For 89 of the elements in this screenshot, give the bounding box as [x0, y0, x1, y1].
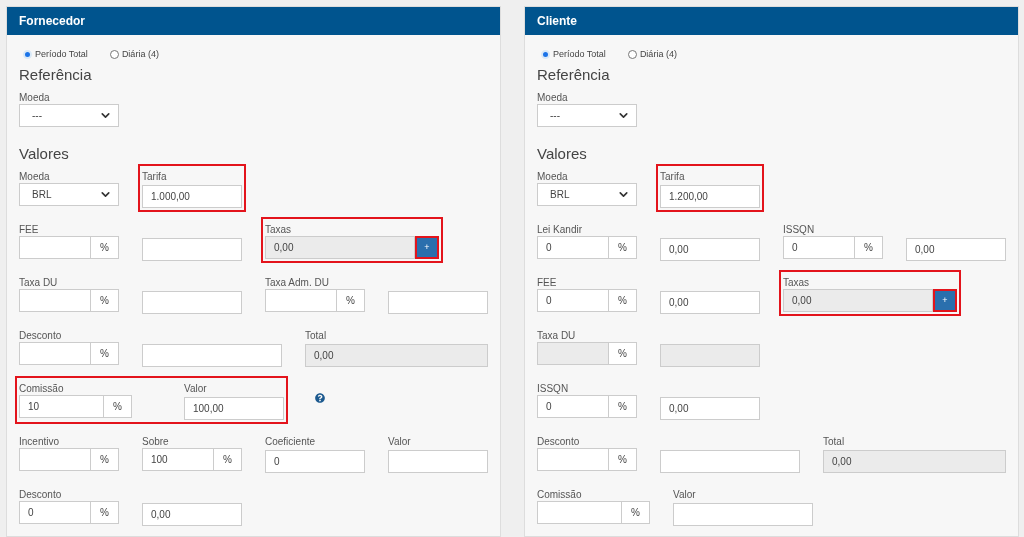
input-field[interactable]: 0 [783, 235, 855, 259]
input-field[interactable] [142, 290, 242, 314]
field-label: ISSQN [537, 382, 569, 394]
unit-addon: % [609, 394, 637, 418]
field-label: Total [305, 329, 327, 341]
field-label: Valor [673, 488, 696, 500]
unit-addon: % [609, 447, 637, 471]
field-label: Lei Kandir [537, 223, 583, 235]
unit-addon: % [104, 394, 132, 418]
input-field[interactable]: 1.200,00 [660, 184, 760, 208]
radio-option[interactable]: Período Total [541, 48, 606, 62]
field-label: Taxa DU [19, 276, 58, 288]
dropdown[interactable]: BRL [19, 182, 119, 206]
input-field[interactable] [537, 447, 609, 471]
unit-addon: % [214, 447, 242, 471]
radio-option[interactable]: Período Total [23, 48, 88, 62]
field-label: Sobre [142, 435, 169, 447]
input-field[interactable]: 100 [142, 447, 214, 471]
field-label: Desconto [537, 435, 580, 447]
input-field[interactable] [142, 237, 242, 261]
unit-addon: % [91, 447, 119, 471]
input-field[interactable]: 0,00 [660, 396, 760, 420]
field-label: FEE [537, 276, 557, 288]
input-field[interactable] [19, 235, 91, 259]
radio-option[interactable]: Diária (4) [627, 48, 677, 62]
dropdown[interactable]: --- [19, 103, 119, 127]
field-label: Taxas [783, 276, 810, 288]
field-label: Taxas [265, 223, 292, 235]
input-field[interactable]: 0,00 [142, 502, 242, 526]
input-field[interactable]: 0 [537, 394, 609, 418]
field-label: Taxa DU [537, 329, 576, 341]
input-field[interactable] [673, 502, 813, 526]
field-label: Valor [184, 382, 207, 394]
help-icon[interactable] [315, 392, 325, 403]
field-label: Moeda [537, 91, 568, 103]
input-field[interactable]: 0,00 [660, 237, 760, 261]
input-field[interactable] [142, 343, 282, 367]
input-field[interactable] [537, 500, 622, 524]
unit-addon: % [91, 500, 119, 524]
input-field[interactable] [660, 449, 800, 473]
input-field[interactable]: 0,00 [906, 237, 1006, 261]
field-label: Desconto [19, 329, 62, 341]
unit-addon: % [855, 235, 883, 259]
input-field[interactable]: 0 [537, 288, 609, 312]
input-field[interactable] [265, 288, 337, 312]
panel-title: Fornecedor [19, 13, 85, 30]
unit-addon: % [609, 235, 637, 259]
input-field[interactable] [19, 341, 91, 365]
section-heading: Referência [19, 64, 93, 85]
radio-option[interactable]: Diária (4) [109, 48, 159, 62]
dropdown[interactable]: --- [537, 103, 637, 127]
field-label: ISSQN [783, 223, 815, 235]
field-label: Total [823, 435, 845, 447]
input-field[interactable]: 1.000,00 [142, 184, 242, 208]
input-field[interactable]: 0 [265, 449, 365, 473]
unit-addon: % [91, 341, 119, 365]
field-label: Valor [388, 435, 411, 447]
input-field[interactable] [388, 290, 488, 314]
field-label: Incentivo [19, 435, 60, 447]
input-field[interactable] [388, 449, 488, 473]
field-label: Moeda [537, 170, 568, 182]
field-label: Coeficiente [265, 435, 316, 447]
field-label: Tarifa [142, 170, 167, 182]
unit-addon: % [91, 235, 119, 259]
input-field[interactable]: 0,00 [660, 290, 760, 314]
panel-title: Cliente [537, 13, 577, 30]
field-label: Comissão [19, 382, 64, 394]
input-field[interactable]: 10 [19, 394, 104, 418]
section-heading: Referência [537, 64, 611, 85]
input-field[interactable]: 100,00 [184, 396, 284, 420]
input-field[interactable]: 0 [19, 500, 91, 524]
unit-addon: % [622, 500, 650, 524]
field-label: Comissão [537, 488, 582, 500]
dropdown[interactable]: BRL [537, 182, 637, 206]
section-heading: Valores [19, 143, 70, 164]
field-label: Moeda [19, 170, 50, 182]
unit-addon: % [91, 288, 119, 312]
input-field[interactable] [19, 288, 91, 312]
field-label: Desconto [19, 488, 62, 500]
section-heading: Valores [537, 143, 588, 164]
unit-addon: % [337, 288, 365, 312]
field-label: FEE [19, 223, 39, 235]
unit-addon: % [609, 288, 637, 312]
unit-addon: % [609, 341, 637, 365]
field-label: Taxa Adm. DU [265, 276, 329, 288]
field-label: Moeda [19, 91, 50, 103]
field-label: Tarifa [660, 170, 685, 182]
input-field[interactable]: 0 [537, 235, 609, 259]
input-field[interactable] [19, 447, 91, 471]
